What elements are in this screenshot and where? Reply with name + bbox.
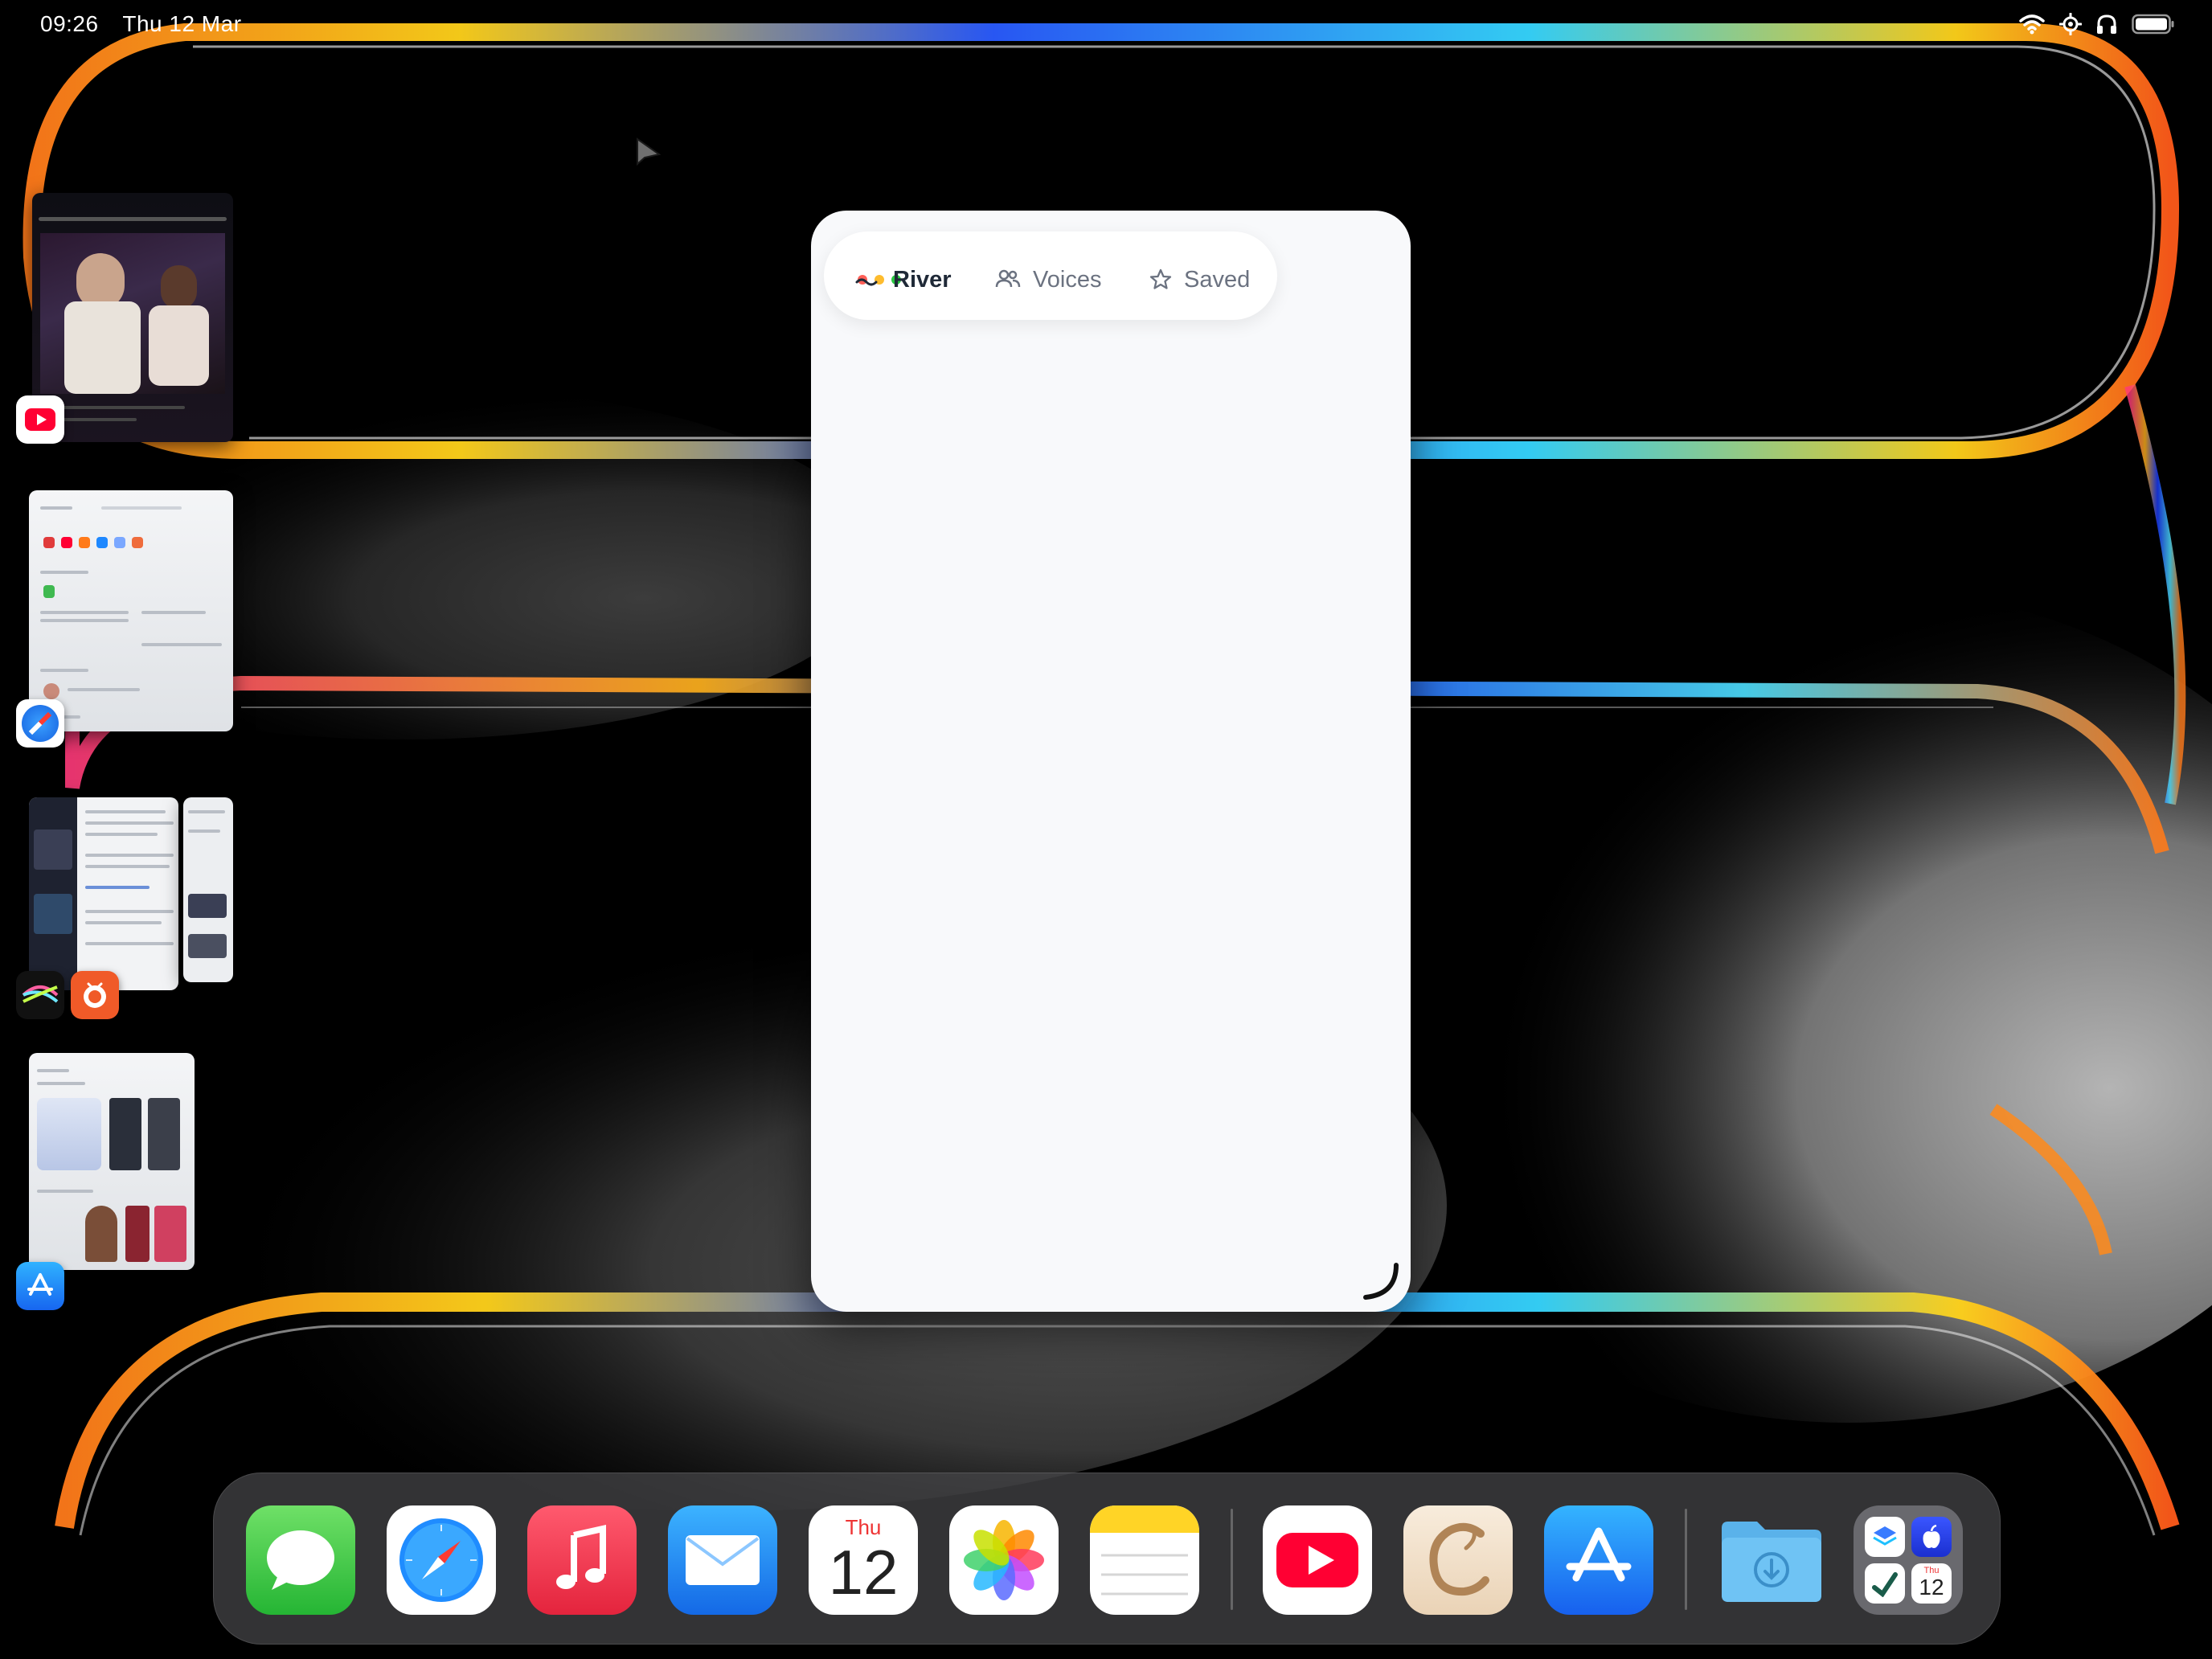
envelope-icon [686, 1535, 760, 1585]
status-time: 09:26 [40, 11, 99, 36]
stage-safari-window[interactable] [16, 482, 241, 748]
dock-photos[interactable] [949, 1505, 1059, 1615]
stage-news-window[interactable] [16, 788, 241, 1029]
dock-separator [1231, 1509, 1233, 1610]
people-icon [995, 269, 1021, 288]
dock: Thu 12 Thu 12 [213, 1473, 2001, 1645]
star-icon [1149, 268, 1172, 289]
window-resize-handle[interactable] [1358, 1259, 1403, 1304]
reader-app-icon[interactable] [16, 971, 64, 1019]
status-time-date[interactable]: 09:26 Thu 12 Mar [40, 11, 260, 37]
status-bar: 09:26 Thu 12 Mar [0, 0, 2212, 51]
dock-notes[interactable] [1090, 1505, 1199, 1615]
tab-saved[interactable]: Saved [1149, 264, 1250, 296]
stage-app-store-window[interactable] [16, 1045, 241, 1318]
dock-mail[interactable] [668, 1505, 777, 1615]
dock-youtube[interactable] [1263, 1505, 1372, 1615]
safari-icon[interactable] [16, 699, 64, 748]
mini-calendar-date: 12 [1919, 1575, 1944, 1600]
tab-voices-label: Voices [1033, 266, 1102, 293]
app-store-icon[interactable] [16, 1262, 64, 1310]
tab-river-label: River [893, 266, 952, 293]
dock-separator-2 [1685, 1509, 1687, 1610]
youtube-icon[interactable] [16, 395, 64, 444]
dock-downloads-folder[interactable] [1717, 1505, 1826, 1615]
reading-app-c-icon [1429, 1522, 1489, 1596]
news-app-icon[interactable] [71, 971, 119, 1019]
app-store-a-icon [1566, 1527, 1632, 1582]
messages-icon [267, 1530, 334, 1590]
dock-messages[interactable] [246, 1505, 355, 1615]
calendar-date: 12 [828, 1537, 899, 1608]
music-note-icon [556, 1525, 606, 1589]
app-window[interactable]: River Voices Saved [811, 211, 1411, 1312]
dock-reading-app[interactable] [1403, 1505, 1513, 1615]
status-date: Thu 12 Mar [122, 11, 242, 36]
stage-youtube-window[interactable] [16, 185, 241, 450]
notes-icon [1090, 1505, 1199, 1596]
news-side-window-thumbnail [183, 797, 233, 982]
focus-icon [2059, 13, 2082, 35]
downloads-folder-icon [1722, 1522, 1821, 1602]
dock-calendar[interactable]: Thu 12 [809, 1505, 918, 1615]
safari-window-thumbnail [29, 490, 233, 731]
layers-app-icon [1873, 1526, 1897, 1546]
youtube-logo-icon [1276, 1533, 1358, 1587]
river-icon [855, 278, 878, 286]
status-icons[interactable] [2019, 13, 2175, 35]
tab-river[interactable]: River [854, 264, 952, 296]
dock-app-library[interactable]: Thu 12 [1854, 1505, 1963, 1615]
news-window-thumbnail [29, 797, 178, 990]
dock-safari[interactable] [387, 1505, 496, 1615]
dock-music[interactable] [527, 1505, 637, 1615]
apple-logo-icon [1923, 1525, 1940, 1548]
tab-bar: River Voices Saved [824, 231, 1277, 320]
tab-saved-label: Saved [1184, 266, 1251, 293]
battery-icon [2132, 14, 2174, 35]
wifi-icon [2019, 14, 2045, 35]
headphones-icon [2097, 14, 2116, 34]
dock-app-store[interactable] [1544, 1505, 1653, 1615]
app-store-window-thumbnail [29, 1053, 195, 1270]
finance-app-icon [1872, 1572, 1898, 1597]
tab-voices[interactable]: Voices [994, 264, 1101, 296]
pointer-cursor-icon [637, 137, 662, 166]
safari-compass-icon [399, 1518, 483, 1602]
photos-flower-icon [964, 1520, 1044, 1600]
content-area [811, 331, 1411, 1312]
